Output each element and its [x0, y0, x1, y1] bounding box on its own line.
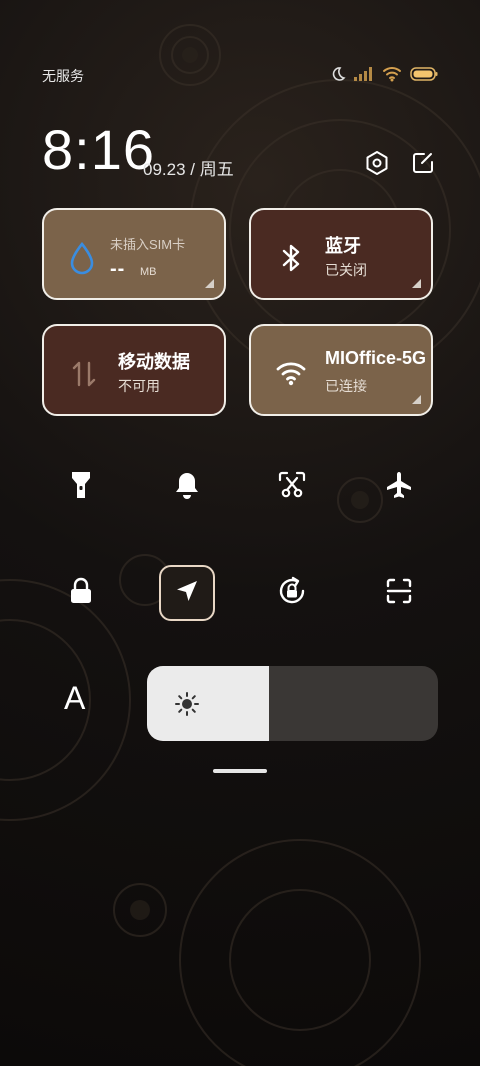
lock-icon	[68, 577, 94, 610]
mobile-data-status: 不可用	[118, 378, 160, 394]
sim-data-tile[interactable]: 未插入SIM卡 -- MB	[42, 208, 226, 300]
bluetooth-tile[interactable]: 蓝牙 已关闭	[249, 208, 433, 300]
location-toggle[interactable]	[159, 565, 215, 621]
screenshot-toggle[interactable]	[264, 459, 320, 515]
moon-icon	[330, 66, 346, 82]
status-bar: 无服务	[42, 66, 438, 88]
sim-status-label: 未插入SIM卡	[110, 237, 186, 252]
signal-icon	[354, 67, 374, 81]
rotation-lock-toggle[interactable]	[264, 565, 320, 621]
bluetooth-icon	[273, 240, 309, 276]
clock-date: 09.23 / 周五	[143, 155, 234, 180]
brightness-slider[interactable]	[147, 666, 438, 741]
bluetooth-status: 已关闭	[325, 262, 367, 278]
edit-button[interactable]	[406, 148, 440, 182]
data-usage-unit: MB	[140, 266, 157, 278]
silent-toggle[interactable]	[159, 459, 215, 515]
clock-time: 8:16	[42, 118, 155, 181]
expand-corner-icon	[412, 279, 421, 288]
mobile-data-tile[interactable]: 移动数据 不可用	[42, 324, 226, 416]
scanner-toggle[interactable]	[371, 565, 427, 621]
water-drop-icon	[64, 240, 100, 276]
rotation-lock-icon	[276, 575, 308, 612]
location-icon	[174, 578, 200, 609]
date-separator: /	[190, 160, 196, 179]
wifi-network-name: MIOffice-5G	[325, 348, 427, 368]
drawer-handle[interactable]	[213, 769, 267, 773]
date-value: 09.23	[143, 160, 186, 179]
wifi-status: 已连接	[325, 378, 367, 394]
data-arrows-icon	[66, 356, 102, 392]
airplane-icon	[384, 470, 414, 505]
sun-icon	[173, 690, 201, 718]
screenshot-scissors-icon	[277, 470, 307, 505]
flashlight-icon	[69, 470, 93, 505]
mobile-data-title: 移动数据	[118, 352, 190, 372]
edit-icon	[411, 151, 435, 180]
wifi-icon	[382, 66, 402, 82]
wifi-icon	[273, 356, 309, 392]
carrier-label: 无服务	[42, 68, 84, 84]
bluetooth-title: 蓝牙	[325, 236, 361, 256]
wifi-tile[interactable]: MIOffice-5G 已连接	[249, 324, 433, 416]
airplane-toggle[interactable]	[371, 459, 427, 515]
expand-corner-icon	[412, 395, 421, 404]
font-size-button[interactable]: A	[64, 680, 85, 717]
lock-screen-toggle[interactable]	[53, 565, 109, 621]
expand-corner-icon	[205, 279, 214, 288]
settings-button[interactable]	[360, 148, 394, 182]
settings-icon	[364, 150, 390, 181]
battery-icon	[410, 67, 438, 81]
brightness-level-fill	[147, 666, 269, 741]
scan-icon	[385, 577, 413, 610]
weekday-value: 周五	[199, 160, 234, 179]
flashlight-toggle[interactable]	[53, 459, 109, 515]
data-usage-value: --	[110, 258, 126, 280]
bell-icon	[173, 470, 201, 505]
